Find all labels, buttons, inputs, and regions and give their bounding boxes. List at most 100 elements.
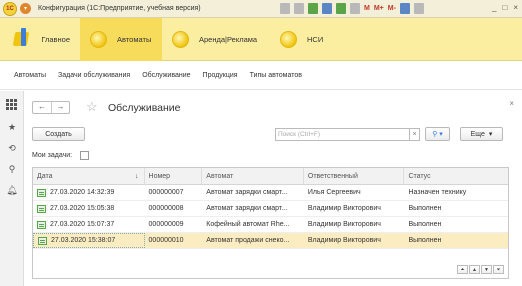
toolbar-icons: M M+ M- (280, 3, 424, 14)
nav-link-products[interactable]: Продукция (203, 72, 238, 79)
save-icon[interactable] (308, 3, 318, 14)
nav-link-service-tasks[interactable]: Задачи обслуживания (58, 72, 130, 79)
cell-responsible: Илья Сергеевич (307, 189, 361, 196)
cell-date: 27.03.2020 15:05:38 (33, 201, 145, 216)
printer-icon[interactable] (294, 3, 304, 14)
window-controls: _ □ × (492, 3, 518, 12)
document-icon (37, 220, 46, 229)
date-text: 27.03.2020 15:07:37 (50, 220, 115, 228)
chevron-down-icon: ▾ (488, 131, 493, 138)
section-nsi[interactable]: НСИ (270, 18, 333, 61)
memory-subtract-button[interactable]: M- (388, 3, 396, 14)
create-button[interactable]: Создать (32, 127, 85, 141)
cell-machine: Автомат продажи снеко... (206, 237, 290, 244)
apps-grid-icon[interactable] (6, 99, 18, 111)
last-page-icon[interactable]: ⏷ (493, 265, 504, 274)
cell-machine: Автомат зарядки смарт... (206, 189, 288, 196)
tools-panel: ★ ⟲ ⚲ 🔔︎ (0, 91, 24, 286)
my-tasks-label: Мои задачи: (32, 152, 73, 159)
memory-add-button[interactable]: M+ (374, 3, 384, 14)
cell-status: Назначен технику (408, 189, 467, 196)
cell-machine: Кофейный автомат Rhe... (206, 221, 290, 228)
search-icon: ⚲ ▾ (432, 131, 443, 138)
prev-page-icon[interactable]: ▲ (469, 265, 480, 274)
page-title: Обслуживание (108, 102, 181, 114)
more-label: Еще (470, 130, 485, 138)
close-icon[interactable]: × (509, 99, 514, 108)
print-icon[interactable] (280, 3, 290, 14)
cell-status: Выполнен (408, 221, 442, 228)
back-arrow-icon[interactable]: ← (33, 102, 51, 113)
nav-link-machine-types[interactable]: Типы автоматов (250, 72, 302, 79)
search-input[interactable]: Поиск (Ctrl+F) (275, 128, 410, 141)
close-window-icon[interactable]: × (513, 3, 518, 12)
memory-button[interactable]: M (364, 3, 370, 14)
next-page-icon[interactable]: ▼ (481, 265, 492, 274)
calendar-icon[interactable] (350, 3, 360, 14)
column-machine[interactable]: Автомат (202, 168, 304, 184)
bell-icon[interactable]: 🔔︎ (6, 184, 18, 196)
history-icon[interactable]: ⟲ (6, 142, 18, 154)
navigation-panel: Автоматы Задачи обслуживания Обслуживани… (0, 62, 522, 90)
cell-status: Выполнен (408, 205, 442, 212)
section-rental[interactable]: Аренда|Реклама (162, 18, 270, 61)
section-machines-label: Автоматы (117, 34, 152, 44)
spreadsheet-icon[interactable] (336, 3, 346, 14)
cell-date: 27.03.2020 15:38:07 (33, 233, 145, 248)
cell-number: 000000008 (148, 205, 184, 212)
section-icon (90, 30, 107, 48)
date-text: 27.03.2020 14:32:39 (50, 188, 115, 196)
column-status[interactable]: Статус (404, 168, 508, 184)
cell-number: 000000009 (148, 221, 184, 228)
minimize-icon[interactable]: _ (492, 3, 496, 12)
search-icon[interactable]: ⚲ (6, 163, 18, 175)
notification-icon[interactable] (413, 3, 424, 14)
favorites-icon[interactable]: ★ (6, 121, 18, 133)
date-text: 27.03.2020 15:05:38 (50, 204, 115, 212)
section-machines[interactable]: Автоматы (80, 17, 162, 61)
table-header: Дата ↓ Номер Автомат Ответственный Стату… (33, 168, 508, 185)
section-icon (280, 30, 297, 48)
column-date-label: Дата (37, 173, 53, 180)
cell-responsible: Владимир Викторович (307, 205, 381, 212)
cell-status: Выполнен (408, 237, 442, 244)
column-responsible[interactable]: Ответственный (304, 168, 405, 184)
cell-responsible: Владимир Викторович (307, 221, 381, 228)
main-menu-button[interactable]: ▾ (20, 3, 31, 14)
nav-link-service[interactable]: Обслуживание (142, 72, 190, 79)
document-icon (38, 236, 47, 245)
date-text: 27.03.2020 15:38:07 (51, 236, 116, 244)
history-icon[interactable] (322, 3, 332, 14)
my-tasks-checkbox[interactable] (80, 151, 89, 160)
section-main[interactable]: Главное (0, 18, 80, 61)
favorite-star-icon[interactable]: ☆ (86, 99, 98, 115)
sort-arrow-icon: ↓ (135, 173, 139, 180)
search-button[interactable]: ⚲ ▾ (425, 127, 450, 141)
column-date[interactable]: Дата ↓ (33, 168, 145, 184)
table-row[interactable]: 27.03.2020 15:05:38 000000008 Автомат за… (33, 201, 508, 217)
nav-arrows: ← → (32, 101, 70, 114)
info-icon[interactable] (399, 3, 410, 14)
cell-responsible: Владимир Викторович (307, 237, 381, 244)
cell-date: 27.03.2020 14:32:39 (33, 185, 145, 200)
home-icon (12, 28, 31, 50)
more-button[interactable]: Еще ▾ (460, 127, 503, 141)
document-icon (37, 204, 46, 213)
first-page-icon[interactable]: ⏶ (457, 265, 468, 274)
nav-link-machines[interactable]: Автоматы (14, 72, 46, 79)
table-row[interactable]: 27.03.2020 15:07:37 000000009 Кофейный а… (33, 217, 508, 233)
app-logo: 1С (3, 1, 17, 16)
document-icon (37, 188, 46, 197)
forward-arrow-icon[interactable]: → (51, 102, 69, 113)
sections-panel: Главное Автоматы Аренда|Реклама НСИ (0, 17, 522, 61)
section-rental-label: Аренда|Реклама (199, 34, 258, 44)
section-icon (172, 30, 189, 48)
service-table: Дата ↓ Номер Автомат Ответственный Стату… (32, 167, 509, 279)
maximize-icon[interactable]: □ (502, 3, 507, 12)
table-row[interactable]: 27.03.2020 14:32:39 000000007 Автомат за… (33, 185, 508, 201)
clear-search-icon[interactable]: × (410, 128, 420, 141)
column-number[interactable]: Номер (145, 168, 203, 184)
title-bar: 1С ▾ Конфигурация (1С:Предприятие, учебн… (0, 0, 522, 18)
section-nsi-label: НСИ (307, 34, 324, 44)
table-row-selected[interactable]: 27.03.2020 15:38:07 000000010 Автомат пр… (33, 233, 508, 249)
